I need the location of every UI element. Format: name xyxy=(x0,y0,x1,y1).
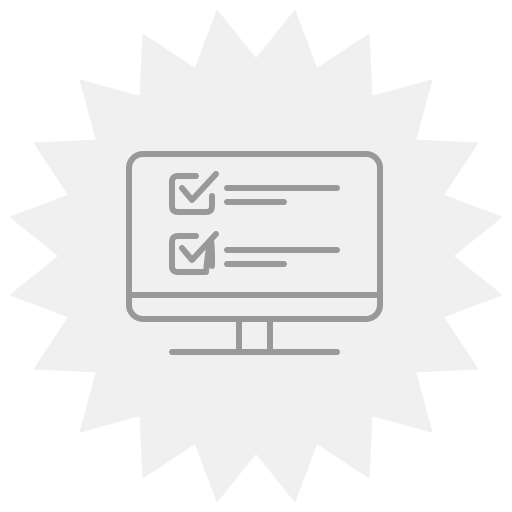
illustration xyxy=(9,9,503,503)
starburst-badge-icon xyxy=(9,9,503,503)
icon-canvas xyxy=(0,0,512,512)
